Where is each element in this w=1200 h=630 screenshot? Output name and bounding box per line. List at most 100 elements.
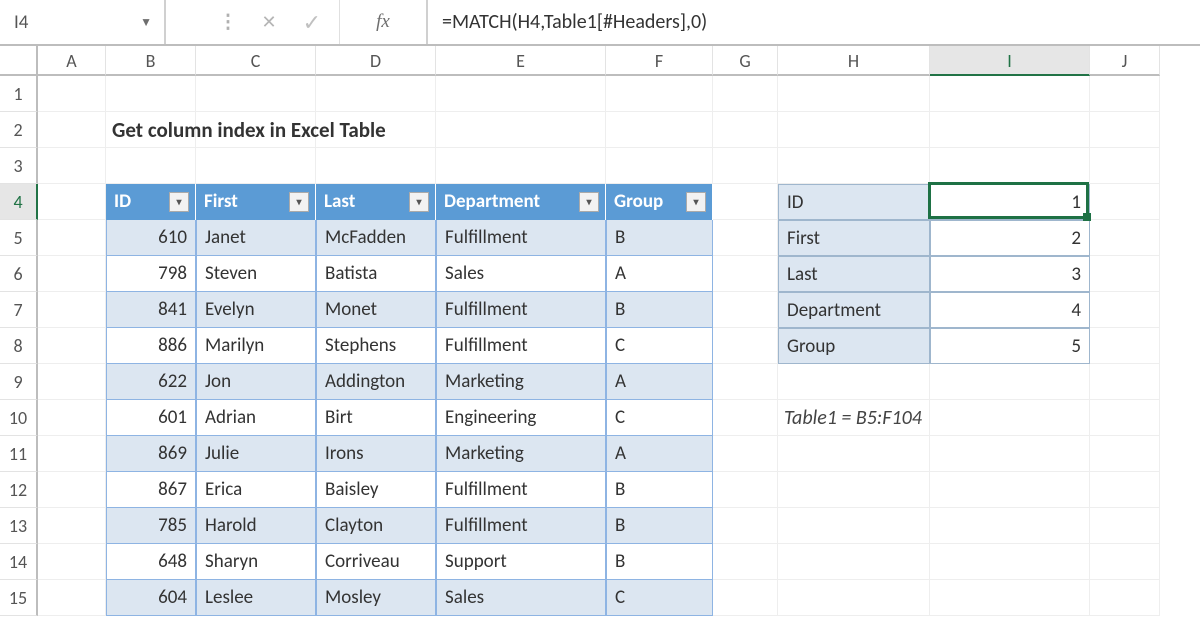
row-header-8[interactable]: 8 (0, 328, 38, 364)
cell-A11[interactable] (38, 436, 106, 472)
cell-H13[interactable] (778, 508, 930, 544)
cell-C12[interactable]: Erica (196, 472, 316, 508)
cell-J2[interactable] (1090, 112, 1160, 148)
cell-E10[interactable]: Engineering (436, 400, 606, 436)
cell-A5[interactable] (38, 220, 106, 256)
filter-icon[interactable]: ▾ (169, 192, 189, 212)
cell-E6[interactable]: Sales (436, 256, 606, 292)
row-header-15[interactable]: 15 (0, 580, 38, 616)
cell-F1[interactable] (606, 76, 713, 112)
row-header-11[interactable]: 11 (0, 436, 38, 472)
cell-B12[interactable]: 867 (106, 472, 196, 508)
cell-F12[interactable]: B (606, 472, 713, 508)
cell-B8[interactable]: 886 (106, 328, 196, 364)
cell-F11[interactable]: A (606, 436, 713, 472)
cell-A1[interactable] (38, 76, 106, 112)
cell-D1[interactable] (316, 76, 436, 112)
row-header-4[interactable]: 4 (0, 184, 38, 220)
cell-A15[interactable] (38, 580, 106, 616)
cell-F4[interactable]: Group ▾ (606, 184, 713, 220)
cell-I11[interactable] (930, 436, 1090, 472)
cell-B4[interactable]: ID ▾ (106, 184, 196, 220)
cell-C8[interactable]: Marilyn (196, 328, 316, 364)
cell-H12[interactable] (778, 472, 930, 508)
row-header-10[interactable]: 10 (0, 400, 38, 436)
cell-B11[interactable]: 869 (106, 436, 196, 472)
cell-G9[interactable] (713, 364, 778, 400)
cell-F13[interactable]: B (606, 508, 713, 544)
cell-E1[interactable] (436, 76, 606, 112)
cell-H7[interactable]: Department (778, 292, 930, 328)
cell-H6[interactable]: Last (778, 256, 930, 292)
cell-D5[interactable]: McFadden (316, 220, 436, 256)
col-header-F[interactable]: F (606, 46, 713, 76)
col-header-E[interactable]: E (436, 46, 606, 76)
row-header-14[interactable]: 14 (0, 544, 38, 580)
cell-G10[interactable] (713, 400, 778, 436)
cell-H1[interactable] (778, 76, 930, 112)
cell-F10[interactable]: C (606, 400, 713, 436)
cell-H11[interactable] (778, 436, 930, 472)
cell-I14[interactable] (930, 544, 1090, 580)
cell-G14[interactable] (713, 544, 778, 580)
row-header-2[interactable]: 2 (0, 112, 38, 148)
cell-E11[interactable]: Marketing (436, 436, 606, 472)
cell-F7[interactable]: B (606, 292, 713, 328)
cell-C3[interactable] (196, 148, 316, 184)
col-header-I[interactable]: I (930, 46, 1090, 76)
cell-I12[interactable] (930, 472, 1090, 508)
cell-F8[interactable]: C (606, 328, 713, 364)
cell-J13[interactable] (1090, 508, 1160, 544)
cell-A13[interactable] (38, 508, 106, 544)
cell-C4[interactable]: First ▾ (196, 184, 316, 220)
cell-J10[interactable] (1090, 400, 1160, 436)
col-header-A[interactable]: A (38, 46, 106, 76)
col-header-B[interactable]: B (106, 46, 196, 76)
spreadsheet-grid[interactable]: ABCDEFGHIJ 12Get column index in Excel T… (0, 46, 1200, 616)
cell-D7[interactable]: Monet (316, 292, 436, 328)
cell-B10[interactable]: 601 (106, 400, 196, 436)
select-all-corner[interactable] (0, 46, 38, 76)
cell-F14[interactable]: B (606, 544, 713, 580)
cell-H4[interactable]: ID (778, 184, 930, 220)
cell-F9[interactable]: A (606, 364, 713, 400)
cell-I13[interactable] (930, 508, 1090, 544)
filter-icon[interactable]: ▾ (409, 192, 429, 212)
cell-H9[interactable] (778, 364, 930, 400)
filter-icon[interactable]: ▾ (686, 192, 706, 212)
cell-B9[interactable]: 622 (106, 364, 196, 400)
cell-F3[interactable] (606, 148, 713, 184)
cell-H2[interactable] (778, 112, 930, 148)
col-header-G[interactable]: G (713, 46, 778, 76)
cell-A9[interactable] (38, 364, 106, 400)
cell-D3[interactable] (316, 148, 436, 184)
cell-D14[interactable]: Corriveau (316, 544, 436, 580)
cell-G5[interactable] (713, 220, 778, 256)
cell-J11[interactable] (1090, 436, 1160, 472)
cell-G4[interactable] (713, 184, 778, 220)
formula-input[interactable]: =MATCH(H4,Table1[#Headers],0) (428, 0, 1200, 44)
name-box[interactable]: I4 ▼ (0, 0, 166, 44)
cell-D9[interactable]: Addington (316, 364, 436, 400)
cell-G1[interactable] (713, 76, 778, 112)
resize-handle-icon[interactable]: ⋮ (218, 11, 235, 34)
cell-G12[interactable] (713, 472, 778, 508)
cell-I9[interactable] (930, 364, 1090, 400)
cell-G7[interactable] (713, 292, 778, 328)
cell-B15[interactable]: 604 (106, 580, 196, 616)
cell-F5[interactable]: B (606, 220, 713, 256)
cell-G15[interactable] (713, 580, 778, 616)
cell-G3[interactable] (713, 148, 778, 184)
cell-C15[interactable]: Leslee (196, 580, 316, 616)
cell-F15[interactable]: C (606, 580, 713, 616)
cell-C1[interactable] (196, 76, 316, 112)
cell-A8[interactable] (38, 328, 106, 364)
cell-J7[interactable] (1090, 292, 1160, 328)
cell-F6[interactable]: A (606, 256, 713, 292)
cell-G6[interactable] (713, 256, 778, 292)
filter-icon[interactable]: ▾ (579, 192, 599, 212)
cell-B2[interactable]: Get column index in Excel Table (106, 112, 196, 148)
col-header-C[interactable]: C (196, 46, 316, 76)
cell-H3[interactable] (778, 148, 930, 184)
cell-A14[interactable] (38, 544, 106, 580)
